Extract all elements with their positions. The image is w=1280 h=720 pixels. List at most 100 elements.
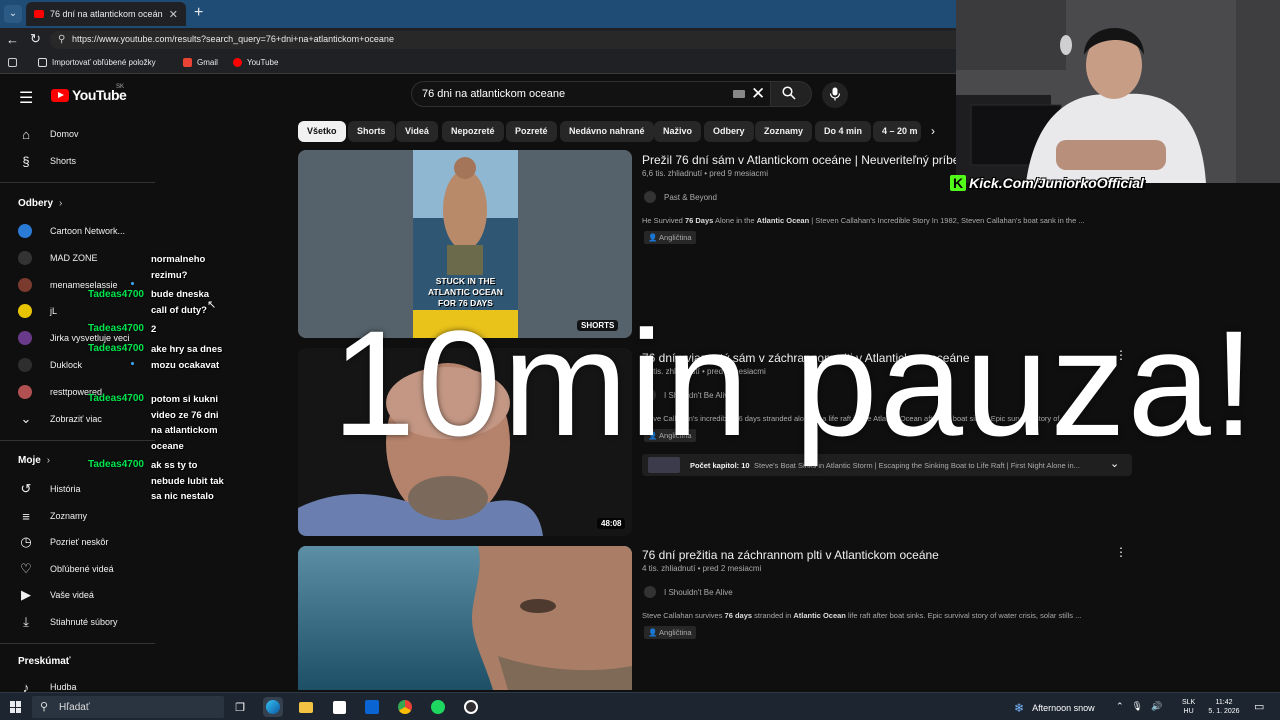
weather-widget[interactable]: ❄ Afternoon snow [1014, 701, 1095, 715]
youtube-logo-icon[interactable] [51, 89, 69, 102]
video-icon: ▶ [21, 587, 31, 602]
sidebar-divider [0, 182, 155, 183]
spotify-icon[interactable] [428, 697, 448, 717]
edge-icon[interactable] [263, 697, 283, 717]
desc-highlight: Atlantic Ocean [756, 216, 810, 225]
reload-icon[interactable]: ↻ [30, 31, 41, 47]
tab-list-chevron-icon[interactable]: ⌄ [4, 5, 22, 23]
hamburger-menu-icon[interactable]: ☰ [19, 88, 33, 108]
webcam-image [956, 0, 1280, 183]
channel-name[interactable]: Past & Beyond [664, 193, 717, 202]
sidebar-item-label: Jirka vysvetluje veci [50, 333, 130, 343]
chat-username: Tadeas4700 [88, 323, 144, 334]
chip-recently-uploaded[interactable]: Nedávno nahrané [560, 121, 654, 142]
close-tab-icon[interactable]: ✕ [169, 8, 178, 21]
chevron-right-icon[interactable]: › [931, 124, 935, 138]
sidebar-item-label: Obľúbené videá [50, 564, 114, 574]
sidebar-item-downloads[interactable]: ⤓ Stiahnuté súbory [18, 614, 117, 630]
sidebar-item-your-videos[interactable]: ▶ Vaše videá [18, 587, 94, 603]
show-more-button[interactable]: ⌄ Zobraziť viac [18, 411, 102, 427]
chip-watched[interactable]: Pozreté [506, 121, 557, 142]
search-query[interactable]: 76 dni na atlantickom oceane [422, 88, 565, 100]
sidebar-item-watch-later[interactable]: ◷ Pozrieť neskôr [18, 534, 108, 550]
chevron-up-icon[interactable]: ⌃ [1116, 701, 1124, 712]
file-explorer-icon[interactable] [296, 697, 316, 717]
obs-icon[interactable] [461, 697, 481, 717]
video-thumbnail[interactable] [298, 546, 632, 690]
speaker-icon[interactable]: 🔊 [1151, 701, 1162, 712]
system-clock[interactable]: 11:42 5. 1. 2026 [1204, 698, 1244, 716]
sidebar-item-label: Pozrieť neskôr [50, 537, 109, 547]
channel-name[interactable]: I Shouldn't Be Alive [664, 588, 733, 597]
channel-avatar [18, 278, 32, 292]
system-tray[interactable]: ⌃ 🎙 🔊 [1116, 701, 1162, 712]
chip-unwatched[interactable]: Nepozreté [442, 121, 504, 142]
input-language[interactable]: SLK HU [1182, 698, 1195, 716]
video-title[interactable]: 76 dní prežitia na záchrannom plti v Atl… [642, 548, 939, 562]
you-heading[interactable]: Moje › [18, 455, 50, 466]
sidebar-sub-item[interactable]: Cartoon Network... [18, 224, 125, 238]
webcam-overlay [956, 0, 1280, 183]
channel-avatar [18, 251, 32, 265]
chip-under-4-min[interactable]: Do 4 min [815, 121, 872, 142]
sidebar-item-shorts[interactable]: § Shorts [18, 153, 76, 169]
reading-view-icon[interactable] [8, 58, 17, 67]
chip-shorts[interactable]: Shorts [348, 121, 395, 142]
chip-live[interactable]: Naživo [654, 121, 702, 142]
sidebar-item-liked[interactable]: ♡ Obľúbené videá [18, 561, 114, 577]
sidebar-sub-item[interactable]: Duklock [18, 358, 82, 372]
sidebar-item-label: Duklock [50, 360, 83, 370]
video-title[interactable]: Prežil 76 dní sám v Atlantickom oceáne |… [642, 153, 959, 167]
sidebar-item-history[interactable]: ↺ História [18, 481, 81, 497]
sidebar-sub-item[interactable]: jL [18, 304, 57, 318]
sidebar-item-home[interactable]: ⌂ Domov [18, 126, 78, 142]
chat-username: Tadeas4700 [88, 343, 144, 354]
video-duration: 48:08 [597, 518, 626, 529]
youtube-favicon-icon [34, 10, 44, 18]
channel-row[interactable]: Past & Beyond [644, 191, 717, 203]
clear-search-icon[interactable]: ✕ [751, 84, 765, 104]
chip-videos[interactable]: Videá [396, 121, 438, 142]
video-meta: 4 tis. zhliadnutí • pred 2 mesiacmi [642, 564, 762, 573]
back-arrow-icon[interactable]: ← [6, 32, 19, 47]
windows-start-icon[interactable] [10, 701, 22, 713]
store-icon[interactable] [329, 697, 349, 717]
subscriptions-heading[interactable]: Odbery › [18, 198, 62, 209]
taskbar-search[interactable]: ⚲ Hľadať [32, 696, 224, 718]
bookmark-gmail[interactable]: Gmail [183, 58, 218, 67]
chip-all[interactable]: Všetko [298, 121, 346, 142]
bookmark-import[interactable]: Importovať obľúbené položky [38, 58, 156, 67]
language-primary: SLK [1182, 699, 1196, 706]
subscriptions-heading-label: Odbery [18, 198, 54, 209]
chip-4-20-min[interactable]: 4 – 20 m [873, 121, 921, 142]
browser-tab[interactable]: 76 dní na atlantickom oceáne - Yo ✕ [26, 2, 186, 26]
more-actions-icon[interactable]: ⋮ [1115, 545, 1127, 559]
chip-playlists[interactable]: Zoznamy [755, 121, 813, 142]
language-badge: 👤 Angličtina [644, 231, 696, 244]
microphone-tray-icon[interactable]: 🎙 [1132, 701, 1143, 712]
notifications-icon[interactable]: ▭ [1254, 700, 1264, 713]
search-icon [782, 86, 796, 100]
outlook-icon[interactable] [362, 697, 382, 717]
sidebar-item-label: Vaše videá [50, 590, 94, 600]
site-info-icon[interactable]: ⚲ [58, 34, 65, 45]
sidebar-item-playlists[interactable]: ≡ Zoznamy [18, 508, 87, 524]
new-tab-plus-icon[interactable]: + [194, 4, 203, 22]
channel-row[interactable]: I Shouldn't Be Alive [644, 586, 733, 598]
chip-subscriptions[interactable]: Odbery [704, 121, 754, 142]
sidebar-sub-item[interactable]: MAD ZONE [18, 251, 98, 265]
chat-username: Tadeas4700 [88, 459, 144, 470]
chat-message: potom si kukni video ze 76 dni na atlant… [151, 394, 219, 452]
clock-date: 5. 1. 2026 [1208, 708, 1240, 715]
keyboard-icon[interactable] [733, 90, 745, 98]
bookmark-youtube[interactable]: YouTube [233, 58, 278, 67]
playlist-icon: ≡ [22, 508, 30, 524]
sidebar-item-label: Zoznamy [50, 511, 88, 521]
mouse-cursor-icon: ↖ [207, 299, 217, 311]
microphone-icon [829, 87, 841, 101]
url-text[interactable]: https://www.youtube.com/results?search_q… [72, 34, 394, 44]
chrome-icon[interactable] [395, 697, 415, 717]
task-view-icon[interactable]: ❐ [230, 697, 250, 717]
desc-highlight: 76 Days [684, 216, 714, 225]
explore-heading: Preskúmať [18, 656, 71, 667]
